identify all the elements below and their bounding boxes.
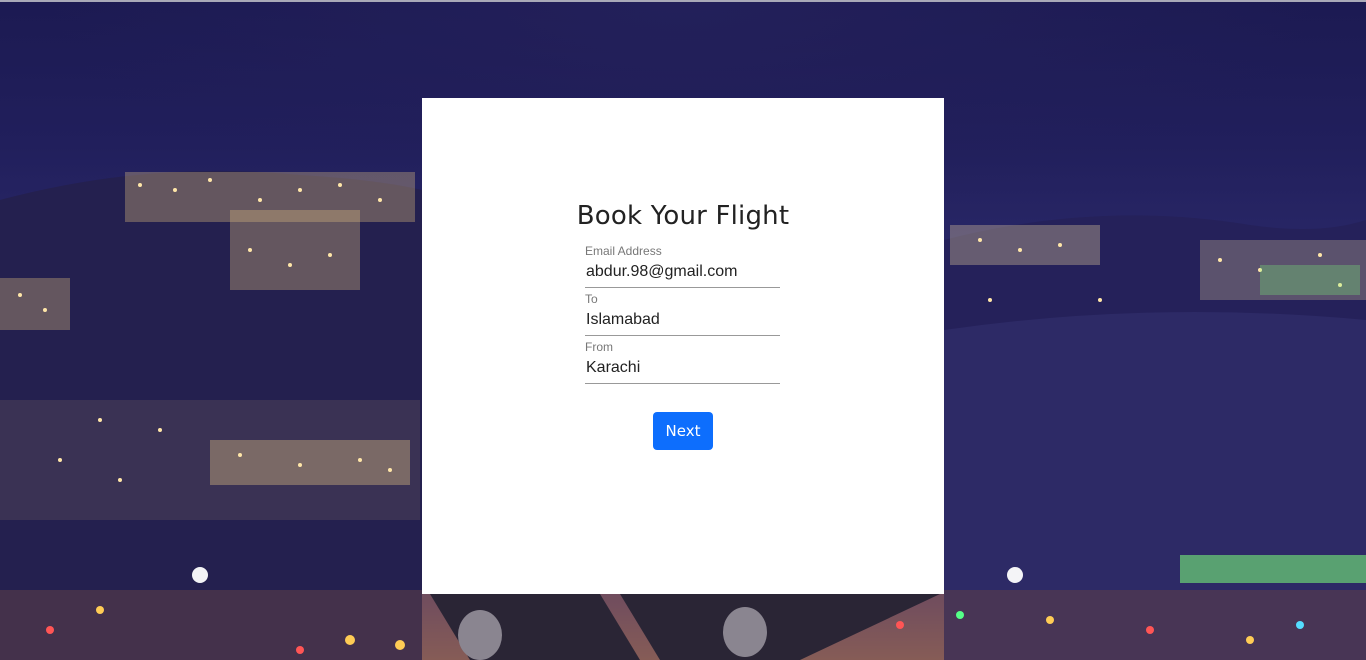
next-button[interactable]: Next bbox=[653, 412, 713, 450]
email-input[interactable]: abdur.98@gmail.com bbox=[585, 258, 780, 288]
to-input[interactable]: Islamabad bbox=[585, 306, 780, 336]
from-input[interactable]: Karachi bbox=[585, 354, 780, 384]
email-field: Email Address abdur.98@gmail.com bbox=[585, 244, 780, 288]
from-field: From Karachi bbox=[585, 340, 780, 384]
email-label: Email Address bbox=[585, 244, 662, 258]
from-label: From bbox=[585, 340, 613, 354]
to-field: To Islamabad bbox=[585, 292, 780, 336]
page-title: Book Your Flight bbox=[576, 201, 790, 231]
to-label: To bbox=[585, 292, 598, 306]
booking-card: Book Your Flight Email Address abdur.98@… bbox=[422, 98, 944, 594]
